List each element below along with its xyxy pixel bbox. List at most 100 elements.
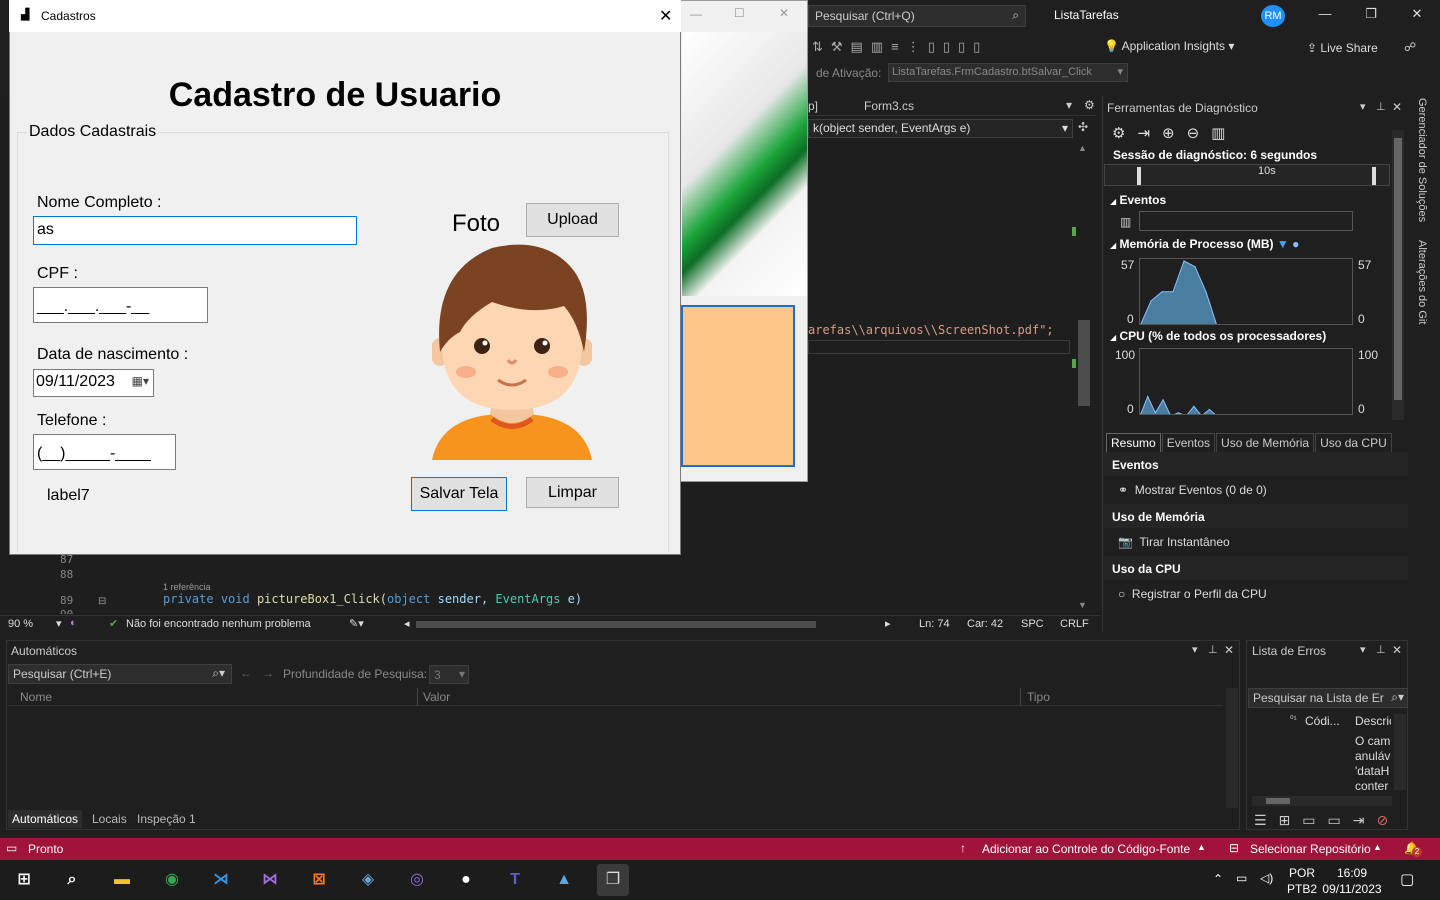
visual-studio-icon[interactable]: ⋈ (254, 864, 286, 896)
github-desktop-icon[interactable]: ◎ (401, 864, 433, 896)
minimize-icon[interactable]: — (1315, 6, 1335, 24)
tab-form3[interactable]: Form3.cs (864, 99, 914, 113)
cpu-profile-button[interactable]: ○ Registrar o Perfil da CPU (1118, 587, 1267, 601)
collapse-icon[interactable]: ⊟ (98, 596, 106, 607)
github-icon[interactable]: ● (450, 864, 482, 896)
col-divider[interactable] (417, 688, 418, 706)
language-indicator[interactable]: POR PTB2 (1287, 865, 1317, 897)
application-insights-button[interactable]: 💡 Application Insights ▾ (1104, 39, 1234, 53)
zoom-level[interactable]: 90 % (8, 618, 33, 630)
col-value[interactable]: Valor (423, 690, 450, 704)
vscode-icon[interactable]: ⋊ (205, 864, 237, 896)
close-icon[interactable]: ✕ (1224, 643, 1234, 657)
debug-target-combo[interactable]: ListaTarefas.FrmCadastro.btSalvar_Click ▾ (888, 63, 1128, 82)
winforms-app-icon[interactable]: ❐ (597, 864, 629, 896)
line-indicator[interactable]: Ln: 74 (919, 618, 950, 630)
live-share-button[interactable]: ⇪ Live Share (1307, 41, 1378, 55)
toolbar-icons[interactable]: ⇅⚒▤▥≡⋮▯▯▯▯ (812, 39, 988, 55)
timeline-end-handle[interactable] (1372, 167, 1376, 185)
show-events-link[interactable]: ⚭ Mostrar Eventos (0 de 0) (1118, 483, 1267, 497)
birth-date-picker[interactable]: 09/11/2023 ▦▾ (33, 369, 154, 397)
volume-icon[interactable]: ◁) (1260, 871, 1273, 885)
diag-scrollbar-thumb[interactable] (1394, 138, 1402, 400)
calendar-icon[interactable]: ▦▾ (132, 374, 149, 388)
tab-automaticos[interactable]: Automáticos (8, 810, 83, 828)
feedback-icon[interactable]: ☍ (1404, 40, 1416, 54)
autos-scrollbar[interactable] (1226, 688, 1238, 808)
close-icon[interactable]: ✕ (1392, 643, 1402, 657)
add-source-control[interactable]: Adicionar ao Controle do Código-Fonte (982, 842, 1190, 856)
timeline-start-handle[interactable] (1137, 167, 1141, 185)
scroll-left-icon[interactable]: ◂ (404, 617, 410, 630)
sql-server-icon[interactable]: ◈ (352, 864, 384, 896)
tab-locais[interactable]: Locais (92, 812, 127, 826)
avatar[interactable]: RM (1261, 5, 1285, 27)
cpu-section[interactable]: ◢ CPU (% de todos os processadores) (1110, 329, 1326, 343)
back-arrow-icon[interactable]: ← (240, 666, 252, 680)
errors-col-desc[interactable]: Descriç (1355, 714, 1391, 728)
pause-icon[interactable]: ▥ (1120, 215, 1131, 229)
close-icon[interactable]: ✕ (659, 6, 672, 26)
restore-icon[interactable]: ❐ (1361, 6, 1381, 24)
close-icon[interactable]: ✕ (1407, 6, 1427, 24)
pin-icon[interactable]: ⊥ (1376, 100, 1386, 113)
tab-inspecao[interactable]: Inspeção 1 (137, 812, 196, 826)
code-lens-references[interactable]: 1 referência (163, 582, 211, 592)
cpf-masked-input[interactable]: ___.___.___-__ (33, 287, 208, 323)
horizontal-scrollbar[interactable] (416, 621, 816, 628)
split-icon[interactable]: ✣ (1078, 120, 1088, 134)
bottom-tool-icons[interactable]: ☰⊞▭▭⇥⊘ (1254, 812, 1400, 829)
teams-icon[interactable]: T (499, 864, 531, 896)
timeline-ruler[interactable]: 10s (1104, 164, 1390, 186)
clear-button[interactable]: Limpar (526, 477, 619, 508)
phone-masked-input[interactable]: (__)_____-____ (33, 434, 176, 470)
name-input[interactable]: as (33, 216, 357, 245)
scrollbar-thumb[interactable] (1266, 798, 1290, 804)
solution-explorer-tab[interactable]: Gerenciador de Soluções (1416, 98, 1428, 222)
diag-toolbar-icons[interactable]: ⚙⇥⊕⊖▥ (1112, 124, 1237, 142)
scroll-up-icon[interactable]: ▲ (1078, 143, 1087, 153)
error-description[interactable]: O cam anuláv 'dataH conter (1355, 734, 1391, 794)
panel-options-icon[interactable]: ▾ (1360, 643, 1366, 656)
forward-arrow-icon[interactable]: → (262, 666, 274, 680)
scroll-right-icon[interactable]: ▸ (885, 617, 891, 630)
chevron-up-icon[interactable]: ▲ (1373, 842, 1382, 852)
notification-center-icon[interactable]: ▢ (1400, 870, 1414, 888)
scrollbar-thumb[interactable] (1078, 320, 1090, 406)
close-icon[interactable]: ✕ (1392, 100, 1402, 114)
orange-panel[interactable] (681, 305, 795, 467)
method-navigation-combo[interactable]: k(object sender, EventArgs e) ▾ (808, 119, 1073, 138)
col-name[interactable]: Nome (20, 690, 52, 704)
errors-search-input[interactable]: Pesquisar na Lista de Er ⌕▾ (1248, 688, 1408, 708)
clock[interactable]: 16:09 09/11/2023 (1322, 865, 1382, 897)
pin-icon[interactable]: ⊥ (1208, 643, 1218, 656)
tab-eventos[interactable]: Eventos (1161, 433, 1216, 453)
windows-start-icon[interactable]: ⊞ (8, 864, 40, 896)
upload-button[interactable]: Upload (526, 203, 619, 237)
chrome-icon[interactable]: ◉ (156, 864, 188, 896)
photos-icon[interactable]: ▲ (548, 864, 580, 896)
copilot-icon[interactable]: ◐ (70, 617, 77, 629)
line-ending-indicator[interactable]: CRLF (1060, 618, 1089, 630)
picture-box-image[interactable] (682, 32, 807, 296)
errors-vscrollbar[interactable] (1394, 714, 1406, 790)
file-explorer-icon[interactable]: ▬ (106, 864, 138, 896)
depth-select[interactable]: 3 ▾ (429, 665, 469, 684)
tab-uso-cpu[interactable]: Uso da CPU (1315, 433, 1392, 453)
git-changes-tab[interactable]: Alterações do Git (1416, 240, 1428, 324)
pin-icon[interactable]: ⊥ (1376, 643, 1386, 656)
search-icon[interactable]: ⌕ (56, 864, 88, 896)
gear-icon[interactable]: ⚙ (1084, 98, 1095, 112)
snapshot-button[interactable]: 📷 Tirar Instantâneo (1118, 535, 1230, 549)
problems-status[interactable]: Não foi encontrado nenhum problema (126, 618, 311, 630)
network-icon[interactable]: ▭ (1236, 871, 1247, 885)
autos-search-input[interactable]: Pesquisar (Ctrl+E) ⌕▾ (8, 664, 232, 684)
minimize-icon[interactable]: — (690, 7, 702, 21)
close-icon[interactable]: ✕ (779, 6, 789, 20)
errors-col-code[interactable]: Códi... (1305, 714, 1340, 728)
col-type[interactable]: Tipo (1027, 690, 1050, 704)
chevron-up-icon[interactable]: ⌃ (1213, 872, 1223, 886)
select-repository[interactable]: Selecionar Repositório (1250, 842, 1371, 856)
memory-section[interactable]: ◢ Memória de Processo (MB) ▼ ● (1110, 237, 1299, 251)
maximize-icon[interactable]: ☐ (734, 6, 745, 20)
